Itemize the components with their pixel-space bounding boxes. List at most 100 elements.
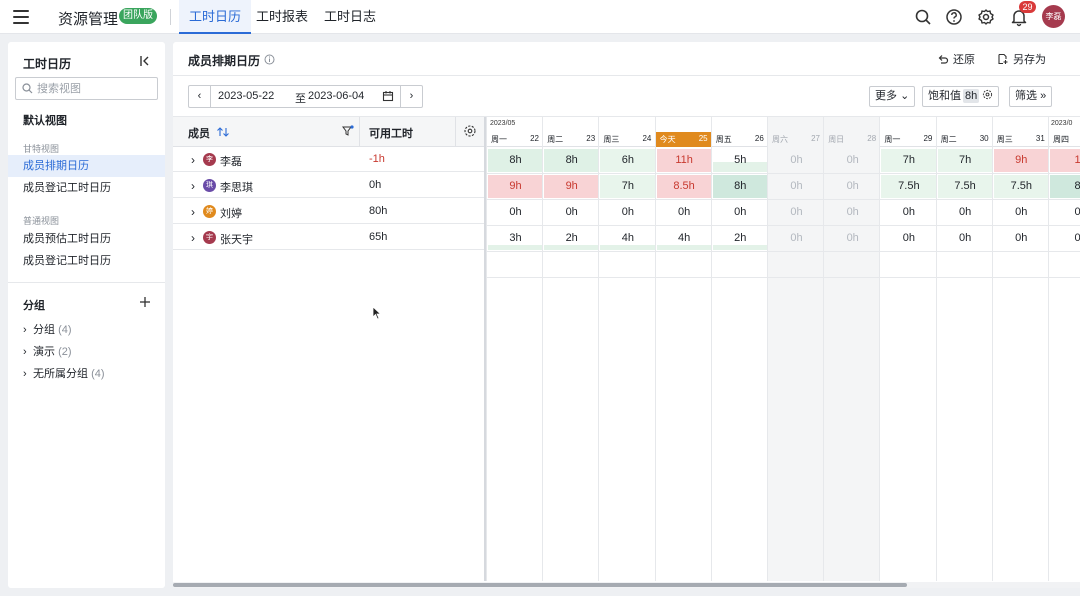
hours-cell[interactable]: 0h bbox=[769, 201, 824, 224]
user-avatar[interactable]: 李磊 bbox=[1042, 5, 1065, 28]
group-item[interactable]: › 分组 (4) bbox=[23, 321, 72, 337]
hours-cell[interactable]: 8h bbox=[544, 149, 600, 172]
hours-cell[interactable]: 8h bbox=[488, 149, 543, 172]
chevron-right-icon[interactable]: › bbox=[191, 205, 195, 219]
sidebar-item-member-logged[interactable]: 成员登记工时日历 bbox=[8, 177, 165, 199]
hours-cell[interactable]: 7h bbox=[881, 149, 937, 172]
hours-cell[interactable]: 0h bbox=[938, 201, 993, 224]
group-item[interactable]: › 演示 (2) bbox=[23, 343, 72, 359]
view-search-box[interactable] bbox=[15, 77, 158, 100]
col-available-hours[interactable]: 可用工时 bbox=[369, 125, 413, 141]
group-item[interactable]: › 无所属分组 (4) bbox=[23, 365, 105, 381]
hours-cell[interactable]: 0h bbox=[544, 201, 599, 224]
available-hours: 0h bbox=[369, 179, 382, 191]
chevron-right-icon[interactable]: › bbox=[191, 153, 195, 167]
weekday-label: 今天 bbox=[659, 135, 676, 144]
date-start[interactable]: 2023-05-22 bbox=[218, 90, 274, 102]
tab-work-report[interactable]: 工时报表 bbox=[246, 0, 318, 34]
hours-cell[interactable]: 8 bbox=[1050, 175, 1080, 198]
hours-cell[interactable]: 0h bbox=[488, 201, 543, 224]
hours-cell[interactable]: 0h bbox=[825, 227, 880, 250]
hours-cell[interactable]: 11h bbox=[656, 149, 712, 172]
info-icon[interactable] bbox=[264, 54, 275, 65]
sidebar-item-default-view[interactable]: 默认视图 bbox=[23, 112, 67, 128]
hours-cell[interactable]: 2h bbox=[544, 227, 600, 250]
sidebar-item-member-logged-2[interactable]: 成员登记工时日历 bbox=[8, 250, 165, 272]
hours-cell[interactable]: 4h bbox=[656, 227, 712, 250]
day-header: 周三 31 bbox=[993, 132, 1049, 147]
date-end[interactable]: 2023-06-04 bbox=[308, 90, 364, 102]
member-row[interactable]: › 婷 刘婷 80h bbox=[173, 199, 484, 224]
more-dropdown[interactable]: 更多 ⌄ bbox=[869, 86, 916, 107]
member-row[interactable]: › 琪 李思琪 0h bbox=[173, 173, 484, 198]
hours-cell[interactable]: 0h bbox=[881, 227, 936, 250]
hours-cell[interactable]: 1 bbox=[1050, 149, 1080, 172]
hours-cell[interactable]: 9h bbox=[544, 175, 600, 198]
day-header: 周三 24 bbox=[599, 132, 655, 147]
hours-cell[interactable]: 7.5h bbox=[993, 175, 1049, 198]
help-icon[interactable] bbox=[944, 7, 964, 27]
chevron-right-icon[interactable]: › bbox=[191, 231, 195, 245]
save-as-button[interactable]: 另存为 bbox=[997, 51, 1046, 67]
gear-icon[interactable] bbox=[976, 7, 996, 27]
hours-cell[interactable]: 3h bbox=[488, 227, 543, 250]
menu-icon[interactable] bbox=[13, 10, 29, 24]
hours-cell[interactable]: 0h bbox=[825, 175, 880, 198]
hours-cell[interactable]: 0h bbox=[994, 201, 1049, 224]
hours-cell[interactable]: 8h bbox=[712, 175, 768, 198]
chevron-right-icon[interactable]: › bbox=[191, 179, 195, 193]
hours-cell[interactable]: 0h bbox=[825, 149, 880, 172]
weekday-label: 周六 bbox=[772, 135, 788, 144]
hours-cell[interactable]: 7.5h bbox=[881, 175, 937, 198]
saturation-setting[interactable]: 饱和值 8h bbox=[922, 86, 1000, 107]
prev-period-button[interactable]: ‹ bbox=[189, 86, 211, 107]
hours-cell[interactable]: 0h bbox=[713, 201, 768, 224]
collapse-sidebar-icon[interactable] bbox=[138, 54, 152, 68]
hours-cell[interactable]: 6h bbox=[600, 149, 656, 172]
filter-icon[interactable] bbox=[342, 125, 354, 137]
hours-cell[interactable]: 5h bbox=[712, 149, 768, 172]
hours-cell[interactable]: 0h bbox=[769, 149, 824, 172]
hours-cell[interactable]: 0h bbox=[825, 201, 880, 224]
tab-work-log[interactable]: 工时日志 bbox=[314, 0, 386, 34]
day-column: 周一 29 7h 7.5h 0h 0h bbox=[879, 117, 937, 581]
hours-cell[interactable]: 0h bbox=[657, 201, 712, 224]
hours-cell[interactable]: 0h bbox=[994, 227, 1049, 250]
sidebar-item-member-estimate[interactable]: 成员预估工时日历 bbox=[8, 228, 165, 250]
filter-button[interactable]: 筛选 » bbox=[1009, 86, 1053, 107]
col-member[interactable]: 成员 bbox=[188, 125, 210, 141]
day-header: 周四 bbox=[1049, 132, 1080, 147]
scrollbar-thumb[interactable] bbox=[173, 583, 907, 587]
hours-cell[interactable]: 0h bbox=[769, 175, 824, 198]
hours-cell[interactable]: 7.5h bbox=[937, 175, 993, 198]
search-icon[interactable] bbox=[913, 7, 933, 27]
add-group-icon[interactable] bbox=[138, 295, 152, 309]
next-period-button[interactable]: › bbox=[400, 86, 422, 107]
sidebar: 工时日历 默认视图 甘特视图 成员排期日历 成员登记工时日历 普通视图 成员预估… bbox=[8, 42, 165, 588]
day-header: 周五 26 bbox=[712, 132, 768, 147]
hours-cell[interactable]: 8.5h bbox=[656, 175, 712, 198]
hours-cell[interactable]: 4h bbox=[600, 227, 656, 250]
member-row[interactable]: › 宇 张天宇 65h bbox=[173, 225, 484, 250]
view-search-input[interactable] bbox=[37, 81, 152, 96]
hours-cell[interactable]: 0 bbox=[1050, 201, 1080, 224]
hours-cell[interactable]: 0h bbox=[881, 201, 936, 224]
hours-cell[interactable]: 0h bbox=[938, 227, 993, 250]
member-row[interactable]: › 李 李磊 -1h bbox=[173, 147, 484, 172]
hours-cell[interactable]: 9h bbox=[488, 175, 543, 198]
hours-cell[interactable]: 0 bbox=[1050, 227, 1080, 250]
sidebar-item-member-schedule[interactable]: 成员排期日历 bbox=[8, 155, 165, 177]
restore-button[interactable]: 还原 bbox=[937, 51, 975, 67]
hours-cell[interactable]: 9h bbox=[993, 149, 1049, 172]
member-table-header: 成员 可用工时 bbox=[173, 117, 484, 147]
hours-cell[interactable]: 7h bbox=[937, 149, 993, 172]
hours-cell[interactable]: 0h bbox=[769, 227, 824, 250]
hours-cell[interactable]: 2h bbox=[712, 227, 768, 250]
tab-work-calendar[interactable]: 工时日历 bbox=[179, 0, 252, 34]
hours-cell[interactable]: 0h bbox=[600, 201, 655, 224]
horizontal-scrollbar[interactable] bbox=[173, 582, 1080, 588]
sort-icon[interactable] bbox=[216, 126, 230, 138]
calendar-icon[interactable] bbox=[382, 90, 394, 102]
hours-cell[interactable]: 7h bbox=[600, 175, 656, 198]
column-settings-icon[interactable] bbox=[463, 124, 477, 138]
